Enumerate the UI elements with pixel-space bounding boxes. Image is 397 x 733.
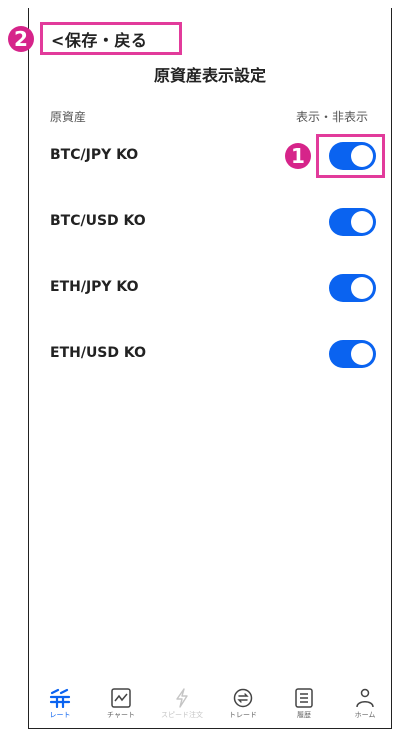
asset-row-label: BTC/JPY KO bbox=[50, 147, 139, 163]
asset-row-label: ETH/USD KO bbox=[50, 345, 147, 361]
nav-label: チャート bbox=[107, 711, 135, 719]
visibility-toggle-btc-usd[interactable] bbox=[329, 208, 376, 236]
trade-icon bbox=[233, 688, 253, 708]
annotation-marker-2: 2 bbox=[8, 26, 34, 52]
nav-rate[interactable]: レート bbox=[32, 688, 88, 720]
asset-row-label: BTC/USD KO bbox=[50, 213, 146, 229]
nav-label: スピード注文 bbox=[161, 711, 203, 719]
nav-speed-order[interactable]: スピード注文 bbox=[154, 688, 210, 720]
nav-trade[interactable]: トレード bbox=[215, 688, 271, 720]
page-title: 原資産表示設定 bbox=[153, 66, 266, 85]
nav-label: 履歴 bbox=[297, 711, 311, 719]
toggle-knob bbox=[351, 211, 373, 233]
nav-chart[interactable]: チャート bbox=[93, 688, 149, 720]
nav-label: トレード bbox=[229, 711, 257, 719]
nav-home[interactable]: ホーム bbox=[337, 688, 393, 720]
column-header-visibility: 表示・非表示 bbox=[296, 110, 369, 124]
nav-label: ホーム bbox=[354, 711, 376, 719]
nav-label: レート bbox=[49, 711, 71, 719]
visibility-toggle-eth-jpy[interactable] bbox=[329, 274, 376, 302]
asset-row-label: ETH/JPY KO bbox=[50, 279, 139, 295]
column-header-asset: 原資産 bbox=[50, 110, 87, 124]
toggle-highlight bbox=[316, 134, 385, 178]
rate-icon bbox=[49, 688, 71, 708]
toggle-knob bbox=[351, 343, 373, 365]
toggle-knob bbox=[351, 277, 373, 299]
nav-history[interactable]: 履歴 bbox=[276, 688, 332, 720]
home-icon bbox=[356, 688, 374, 708]
save-back-button[interactable]: <保存・戻る bbox=[51, 27, 147, 51]
lightning-icon bbox=[176, 688, 188, 708]
history-icon bbox=[295, 688, 313, 708]
annotation-marker-1: 1 bbox=[285, 143, 311, 169]
back-button-highlight: <保存・戻る bbox=[40, 22, 182, 55]
visibility-toggle-eth-usd[interactable] bbox=[329, 340, 376, 368]
chart-icon bbox=[111, 688, 131, 708]
